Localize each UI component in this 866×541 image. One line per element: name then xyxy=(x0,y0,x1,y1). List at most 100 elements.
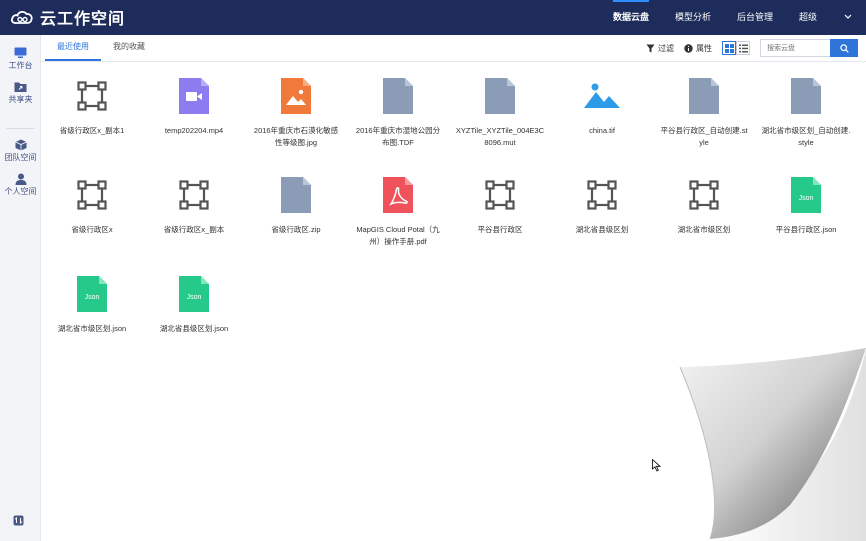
search-box xyxy=(760,39,858,57)
file-item[interactable]: 湖北省市级区划 xyxy=(653,175,755,236)
file-name: 省级行政区x_副本 xyxy=(163,225,225,234)
content-tabs: 最近使用 我的收藏 xyxy=(45,35,157,61)
svg-text:Json: Json xyxy=(799,195,814,202)
feature-layer-icon xyxy=(582,175,622,215)
file-name: 省级行政区x xyxy=(71,225,113,234)
json-file-icon: Json xyxy=(174,274,214,314)
file-item[interactable]: 省级行政区x_副本 xyxy=(143,175,245,236)
file-name: MapGIS Cloud Potal（九州）操作手册.pdf xyxy=(356,225,440,246)
document-file-icon xyxy=(378,76,418,116)
file-item[interactable]: XYZTile_XYZTile_004E3C8096.mut xyxy=(449,76,551,149)
document-file-icon xyxy=(786,76,826,116)
file-name: 湖北省县级区划 xyxy=(575,225,629,234)
sidebar-divider xyxy=(6,128,35,129)
main-nav: 数据云盘 模型分析 后台管理 超级 xyxy=(600,0,866,35)
image-file-icon xyxy=(276,76,316,116)
file-item[interactable]: Json 湖北省县级区划.json xyxy=(143,274,245,335)
file-name: 2016年重庆市湿地公园分布图.TDF xyxy=(355,126,441,147)
attributes-button[interactable]: 属性 xyxy=(684,43,712,54)
file-item[interactable]: 省级行政区.zip xyxy=(245,175,347,236)
toolbar: 过滤 属性 xyxy=(646,38,866,58)
sidebar-item-label: 工作台 xyxy=(8,61,33,70)
file-name: 平谷县行政区 xyxy=(477,225,523,234)
sidebar-item-label: 团队空间 xyxy=(4,153,37,162)
json-file-icon: Json xyxy=(786,175,826,215)
file-item[interactable]: 2016年重庆市石漠化敏感性等级图.jpg xyxy=(245,76,347,149)
file-name: 省级行政区.zip xyxy=(271,225,321,234)
filter-icon xyxy=(646,44,655,52)
nav-admin[interactable]: 后台管理 xyxy=(724,0,786,35)
info-icon xyxy=(684,43,693,53)
feature-layer-icon xyxy=(72,175,112,215)
sidebar: 工作台 共享夹 团队空间 个人空间 xyxy=(0,35,41,541)
view-switch xyxy=(722,41,750,55)
image-tif-icon xyxy=(582,76,622,116)
app-title: 云工作空间 xyxy=(40,11,126,28)
file-name: 平谷县行政区_自动创建.style xyxy=(660,126,748,147)
toolbar-divider xyxy=(41,61,866,62)
team-cube-icon xyxy=(14,139,27,151)
file-name: china.tif xyxy=(589,126,615,135)
nav-data-cloud[interactable]: 数据云盘 xyxy=(600,0,662,35)
file-item[interactable]: Json 平谷县行政区.json xyxy=(755,175,857,236)
feature-layer-icon xyxy=(174,175,214,215)
file-item[interactable]: temp202204.mp4 xyxy=(143,76,245,137)
file-item[interactable]: 湖北省县级区划 xyxy=(551,175,653,236)
feature-layer-icon xyxy=(480,175,520,215)
filter-button[interactable]: 过滤 xyxy=(646,43,674,54)
top-navbar: 云工作空间 数据云盘 模型分析 后台管理 超级 xyxy=(0,0,866,35)
search-button[interactable] xyxy=(830,39,858,57)
file-item[interactable]: Json 湖北省市级区划.json xyxy=(41,274,143,335)
file-item[interactable]: 平谷县行政区_自动创建.style xyxy=(653,76,755,149)
pdf-file-icon xyxy=(378,175,418,215)
file-name: XYZTile_XYZTile_004E3C8096.mut xyxy=(455,126,545,147)
file-name: 省级行政区x_副本1 xyxy=(59,126,125,135)
sidebar-item-team[interactable]: 团队空间 xyxy=(0,139,41,163)
user-icon xyxy=(15,173,26,185)
file-item[interactable]: 省级行政区x xyxy=(41,175,143,236)
file-item[interactable]: 湖北省市级区划_自动创建.style xyxy=(755,76,857,149)
video-file-icon xyxy=(174,76,214,116)
file-name: 2016年重庆市石漠化敏感性等级图.jpg xyxy=(253,126,339,147)
app-logo[interactable]: 云工作空间 xyxy=(10,6,125,28)
nav-user-name[interactable]: 超级 xyxy=(786,0,830,35)
file-item[interactable]: MapGIS Cloud Potal（九州）操作手册.pdf xyxy=(347,175,449,248)
file-item[interactable]: 平谷县行政区 xyxy=(449,175,551,236)
chevron-down-icon[interactable] xyxy=(830,0,866,35)
file-name: 湖北省市级区划 xyxy=(677,225,731,234)
feature-layer-icon xyxy=(684,175,724,215)
filter-label: 过滤 xyxy=(658,43,674,53)
document-file-icon xyxy=(276,175,316,215)
file-name: 湖北省市级区划_自动创建.style xyxy=(761,126,851,147)
sidebar-item-workbench[interactable]: 工作台 xyxy=(0,47,41,71)
sidebar-item-label: 个人空间 xyxy=(4,187,37,196)
file-name: 湖北省县级区划.json xyxy=(159,324,229,333)
file-name: 湖北省市级区划.json xyxy=(57,324,127,333)
file-item[interactable]: 2016年重庆市湿地公园分布图.TDF xyxy=(347,76,449,149)
sidebar-item-personal[interactable]: 个人空间 xyxy=(0,173,41,197)
document-file-icon xyxy=(684,76,724,116)
search-input[interactable] xyxy=(760,39,830,57)
search-icon xyxy=(839,43,849,53)
app-window: 云工作空间 数据云盘 模型分析 后台管理 超级 工作台 共享夹 团队空间 个人空… xyxy=(0,0,866,541)
grid-view-icon[interactable] xyxy=(722,41,736,55)
mouse-cursor-icon xyxy=(652,459,661,472)
list-view-icon[interactable] xyxy=(736,41,750,55)
page-curl-decoration xyxy=(679,330,866,541)
tab-favorites[interactable]: 我的收藏 xyxy=(101,35,157,61)
feature-layer-icon xyxy=(72,76,112,116)
svg-text:Json: Json xyxy=(85,294,100,301)
svg-text:Json: Json xyxy=(187,294,202,301)
sidebar-item-label: 共享夹 xyxy=(8,95,33,104)
attributes-label: 属性 xyxy=(696,43,712,53)
tab-recent[interactable]: 最近使用 xyxy=(45,35,101,61)
file-name: temp202204.mp4 xyxy=(164,126,224,135)
json-file-icon: Json xyxy=(72,274,112,314)
file-item[interactable]: china.tif xyxy=(551,76,653,137)
sort-toggle-icon[interactable] xyxy=(13,513,27,527)
document-file-icon xyxy=(480,76,520,116)
monitor-icon xyxy=(14,47,27,58)
file-item[interactable]: 省级行政区x_副本1 xyxy=(41,76,143,137)
nav-model-analysis[interactable]: 模型分析 xyxy=(662,0,724,35)
sidebar-item-shared[interactable]: 共享夹 xyxy=(0,81,41,105)
